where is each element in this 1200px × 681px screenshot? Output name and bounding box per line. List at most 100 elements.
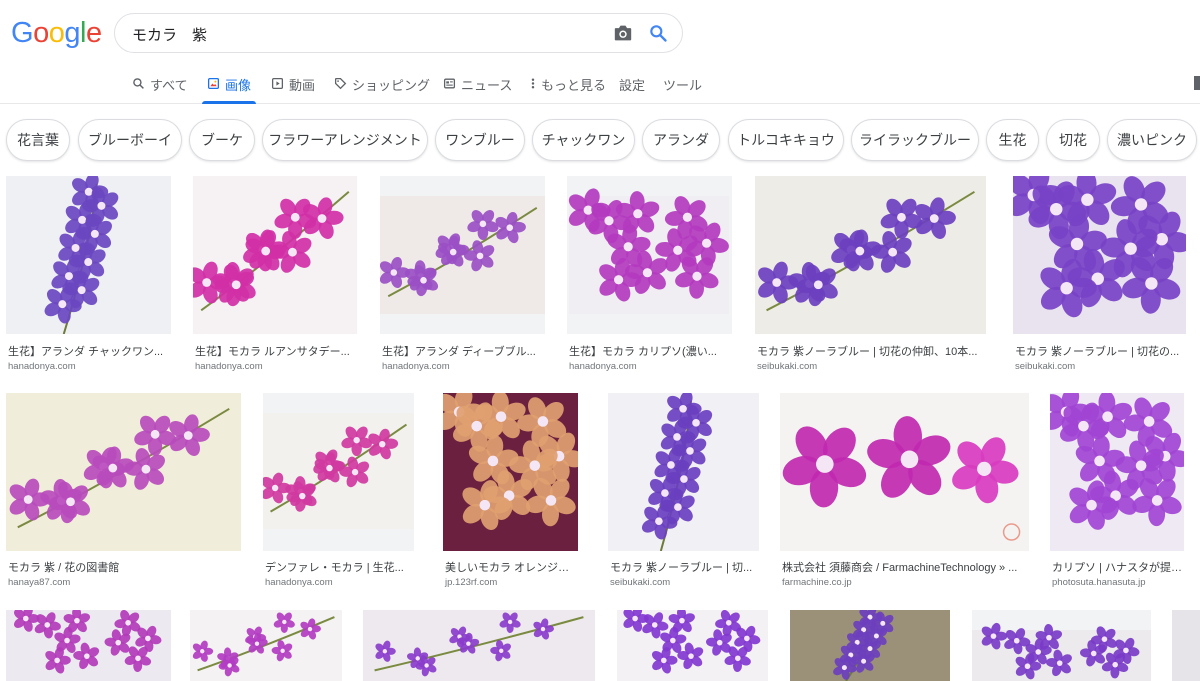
search-input[interactable]: モカラ 紫 — [132, 24, 207, 45]
result-thumbnail[interactable] — [608, 393, 759, 551]
tab-images[interactable]: 画像 — [201, 75, 257, 104]
result-domain: hanaya87.com — [8, 577, 71, 588]
header: Google モカラ 紫 すべて 画像 動画 ショッピング ニュース もっと見る… — [0, 0, 1200, 104]
flower-photo — [568, 188, 729, 314]
scroll-indicator[interactable] — [1194, 76, 1200, 90]
result-title[interactable]: モカラ 紫 / 花の図書館 — [8, 559, 243, 575]
news-icon — [443, 78, 456, 89]
tab-label: もっと見る — [541, 78, 607, 93]
result-thumbnail[interactable] — [6, 176, 171, 334]
tab-label: ショッピング — [352, 78, 431, 93]
result-title[interactable]: モカラ 紫ノーラブルー | 切... — [610, 559, 761, 575]
flower-photo — [6, 176, 171, 334]
result-thumbnail[interactable] — [193, 176, 357, 334]
chip[interactable]: ライラックブルー — [851, 119, 979, 161]
tab-videos[interactable]: 動画 — [271, 75, 315, 104]
tab-all[interactable]: すべて — [132, 75, 188, 104]
tab-label: 設定 — [619, 78, 646, 93]
search-box[interactable]: モカラ 紫 — [114, 13, 683, 53]
tab-news[interactable]: ニュース — [443, 75, 512, 104]
result-domain: seibukaki.com — [1015, 361, 1076, 372]
flower-photo — [608, 393, 759, 551]
result-title[interactable]: 美しいモカラ オレンジのク... — [445, 559, 580, 575]
tab-shopping[interactable]: ショッピング — [334, 75, 430, 104]
logo-letter: g — [64, 17, 80, 49]
result-domain: hanadonya.com — [195, 361, 263, 372]
result-thumbnail[interactable] — [380, 176, 545, 334]
result-thumbnail[interactable] — [755, 176, 986, 334]
google-logo[interactable]: Google — [11, 17, 102, 50]
tag-icon — [334, 77, 347, 90]
flower-photo — [972, 622, 1151, 681]
result-domain: hanadonya.com — [265, 577, 333, 588]
result-title[interactable]: カリプソ | ハナスタが提供... — [1052, 559, 1186, 575]
result-thumbnail[interactable] — [6, 393, 241, 551]
result-thumbnail[interactable] — [617, 610, 768, 681]
video-icon — [271, 77, 284, 90]
related-chips: 花言葉 ブルーボーイ ブーケ フラワーアレンジメント ワンブルー チャックワン … — [0, 119, 1200, 163]
flower-photo — [755, 176, 986, 334]
tab-settings[interactable]: 設定 — [619, 75, 645, 104]
chip[interactable]: アランダ — [642, 119, 720, 161]
flower-photo — [1013, 176, 1186, 334]
result-title[interactable]: 生花】モカラ ルアンサタデー... — [195, 343, 359, 359]
result-thumbnail[interactable] — [6, 610, 171, 681]
tab-more[interactable]: もっと見る — [530, 75, 606, 104]
result-title[interactable]: モカラ 紫ノーラブルー | 切花の仲卸、10本... — [757, 343, 988, 359]
flower-photo — [263, 413, 414, 529]
image-icon — [207, 77, 220, 90]
result-thumbnail[interactable] — [363, 610, 595, 681]
chip[interactable]: ブルーボーイ — [78, 119, 182, 161]
result-thumbnail[interactable] — [1013, 176, 1186, 334]
result-title[interactable]: 生花】アランダ ディーブブル... — [382, 343, 547, 359]
flower-photo — [380, 196, 545, 314]
result-thumbnail[interactable] — [790, 610, 950, 681]
chip[interactable]: 花言葉 — [6, 119, 70, 161]
result-title[interactable]: 生花】アランダ チャックワン... — [8, 343, 173, 359]
flower-photo — [6, 393, 241, 551]
flower-photo — [780, 393, 1029, 551]
chip[interactable]: 濃いピンク — [1107, 119, 1197, 161]
flower-photo — [190, 610, 342, 681]
chip[interactable]: フラワーアレンジメント — [262, 119, 428, 161]
result-domain: hanadonya.com — [569, 361, 637, 372]
result-thumbnail[interactable] — [1172, 610, 1200, 681]
tab-label: 動画 — [289, 78, 316, 93]
flower-photo — [443, 393, 578, 551]
search-icon[interactable] — [648, 23, 668, 43]
result-title[interactable]: 生花】モカラ カリプソ(濃い... — [569, 343, 734, 359]
result-thumbnail[interactable] — [972, 610, 1151, 681]
search-icon — [133, 78, 144, 89]
result-thumbnail[interactable] — [263, 393, 414, 551]
result-title[interactable]: デンファレ・モカラ | 生花... — [265, 559, 416, 575]
result-thumbnail[interactable] — [780, 393, 1029, 551]
result-title[interactable]: 株式会社 須藤商会 / FarmachineTechnology » ... — [782, 559, 1031, 575]
logo-letter: G — [11, 17, 34, 49]
chip[interactable]: チャックワン — [532, 119, 635, 161]
result-thumbnail[interactable] — [190, 610, 342, 681]
chip[interactable]: 切花 — [1046, 119, 1100, 161]
result-domain: jp.123rf.com — [445, 577, 498, 588]
result-domain: seibukaki.com — [757, 361, 818, 372]
flower-photo — [6, 610, 171, 681]
tab-tools[interactable]: ツール — [663, 75, 702, 104]
flower-photo — [193, 176, 357, 334]
result-title[interactable]: モカラ 紫ノーラブルー | 切花の... — [1015, 343, 1188, 359]
flower-photo — [1172, 610, 1200, 681]
result-domain: photosuta.hanasuta.jp — [1052, 577, 1146, 588]
flower-photo — [617, 610, 768, 681]
chip[interactable]: ワンブルー — [435, 119, 525, 161]
tab-label: ツール — [663, 78, 703, 93]
logo-letter: e — [85, 17, 102, 49]
chip[interactable]: 生花 — [986, 119, 1039, 161]
logo-letter: o — [33, 17, 49, 49]
chip[interactable]: トルコキキョウ — [728, 119, 844, 161]
flower-photo — [1050, 393, 1184, 551]
camera-icon[interactable] — [613, 24, 633, 42]
result-thumbnail[interactable] — [1050, 393, 1184, 551]
result-thumbnail[interactable] — [567, 176, 732, 334]
result-thumbnail[interactable] — [443, 393, 578, 551]
chip[interactable]: ブーケ — [189, 119, 255, 161]
more-icon — [531, 78, 535, 89]
result-domain: farmachine.co.jp — [782, 577, 852, 588]
